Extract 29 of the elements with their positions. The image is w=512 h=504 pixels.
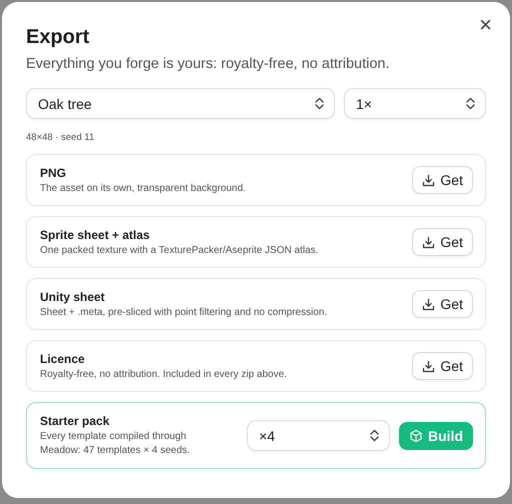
option-description: Royalty-free, no attribution. Included in every zip above. [40,368,288,382]
dropdown-select[interactable]: Oak tree [26,88,335,119]
option-description: Sheet + .meta, pre-sliced with point filtering and no compression. [40,306,328,320]
option-description: Every template compiled through Meadow: 47 templates × 4 seeds. [40,430,191,458]
chevron-icon [370,429,379,442]
close-button[interactable]: × [475,14,496,36]
get-button[interactable]: Get [412,166,473,194]
dialog-subtitle: Everything you forge is yours: royalty-free, no attribution. [26,55,390,74]
option-title: Unity sheet [40,288,106,304]
option-title: Starter pack [40,413,110,429]
download-icon [422,360,436,372]
chevron-icon [466,97,475,110]
dialog-title: Export [26,25,90,50]
chevron-icon [315,97,324,110]
option-title: Sprite sheet + atlas [40,226,151,242]
download-icon [422,174,436,186]
option-description: One packed texture with a TexturePacker/Aseprite JSON atlas. [40,244,320,258]
get-button[interactable]: Get [412,228,473,256]
cube-icon [409,428,423,442]
download-icon [422,298,436,310]
option-title: PNG [40,164,68,180]
dropdown-select[interactable]: 1× [344,88,486,119]
get-button[interactable]: Get [412,290,473,318]
download-icon [422,236,436,248]
asset-info: 48×48 · seed 11 [26,132,96,144]
option-title: Licence [40,350,86,366]
get-button[interactable]: Get [412,352,473,380]
option-description: The asset on its own, transparent background. [40,182,247,196]
count-select[interactable]: ×4 [247,420,390,451]
